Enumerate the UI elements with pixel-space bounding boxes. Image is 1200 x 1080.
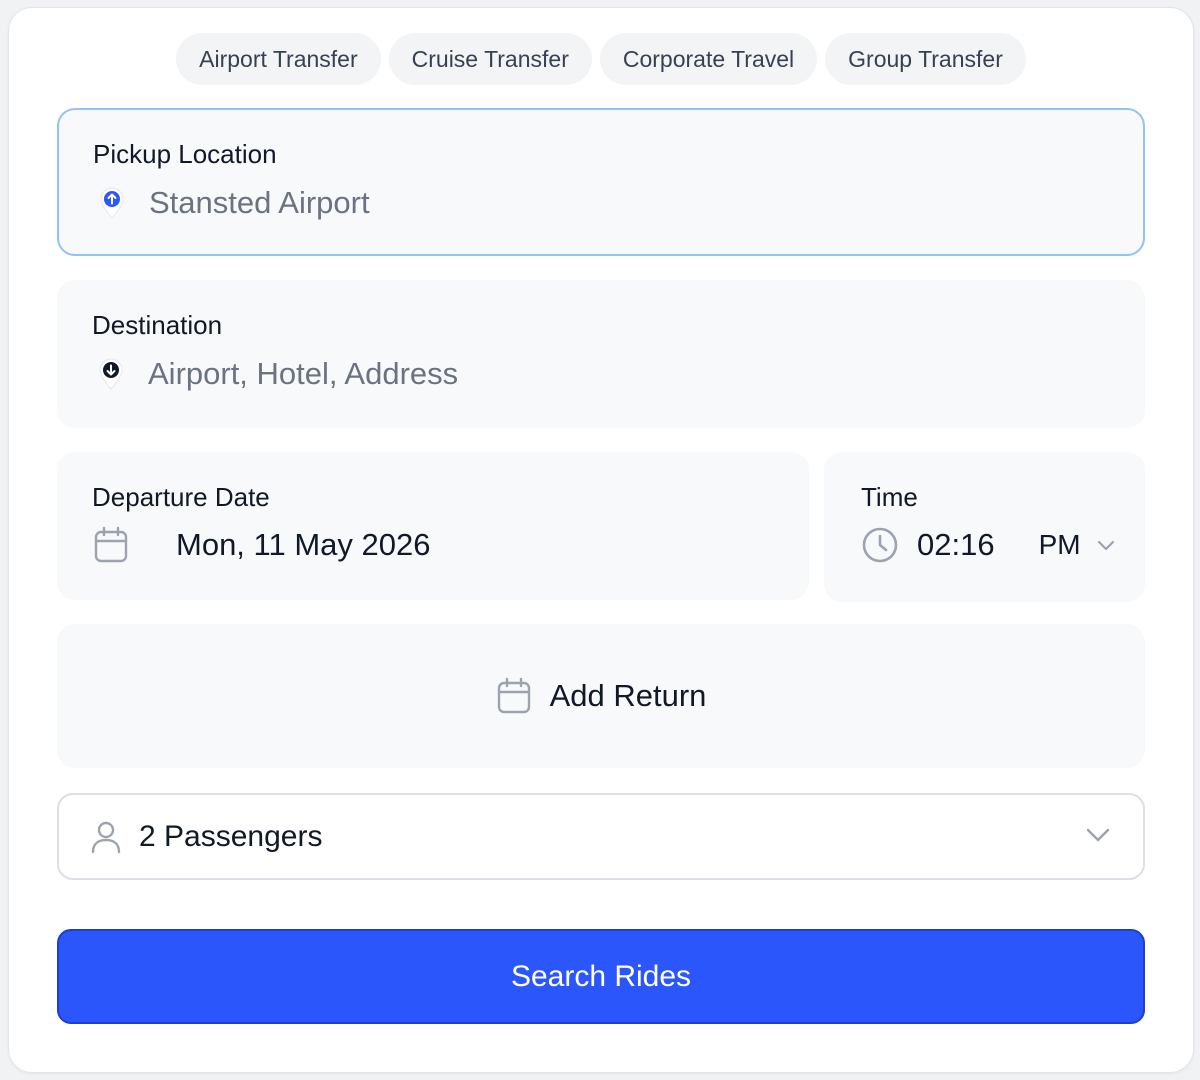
booking-card: Airport Transfer Cruise Transfer Corpora…	[8, 7, 1194, 1073]
passengers-select[interactable]: 2 Passengers	[57, 793, 1145, 880]
time-label: Time	[861, 482, 918, 512]
destination-label: Destination	[92, 310, 223, 340]
departure-date-label: Departure Date	[92, 482, 270, 512]
departure-date-field[interactable]: Departure Date Mon, 11 May 2026	[57, 452, 809, 600]
time-period[interactable]: PM	[1039, 529, 1081, 561]
passengers-value: 2 Passengers	[139, 819, 323, 853]
tab-cruise-transfer[interactable]: Cruise Transfer	[388, 33, 592, 85]
tab-airport-transfer[interactable]: Airport Transfer	[176, 33, 381, 85]
time-field[interactable]: Time 02:16 PM	[824, 452, 1145, 602]
search-rides-button[interactable]: Search Rides	[57, 929, 1145, 1024]
tab-corporate-travel[interactable]: Corporate Travel	[599, 33, 818, 85]
time-value[interactable]: 02:16	[917, 527, 995, 563]
pickup-pin-icon	[93, 183, 131, 223]
tab-group-transfer[interactable]: Group Transfer	[825, 33, 1026, 85]
calendar-icon	[92, 525, 130, 565]
add-return-button[interactable]: Add Return	[57, 624, 1145, 768]
user-icon	[89, 819, 123, 855]
pickup-input[interactable]: Stansted Airport	[149, 185, 370, 221]
calendar-icon	[496, 677, 532, 715]
destination-pin-icon	[92, 354, 130, 394]
departure-date-value[interactable]: Mon, 11 May 2026	[176, 527, 430, 563]
pickup-label: Pickup Location	[93, 139, 277, 169]
pickup-field[interactable]: Pickup Location Stansted Airport	[57, 108, 1145, 256]
transfer-tabs: Airport Transfer Cruise Transfer Corpora…	[9, 33, 1193, 85]
clock-icon	[861, 525, 899, 565]
destination-field[interactable]: Destination Airport, Hotel, Address	[57, 280, 1145, 428]
chevron-down-icon[interactable]	[1095, 538, 1117, 552]
add-return-label: Add Return	[549, 678, 707, 713]
chevron-down-icon[interactable]	[1085, 827, 1111, 843]
destination-input[interactable]: Airport, Hotel, Address	[148, 356, 458, 392]
